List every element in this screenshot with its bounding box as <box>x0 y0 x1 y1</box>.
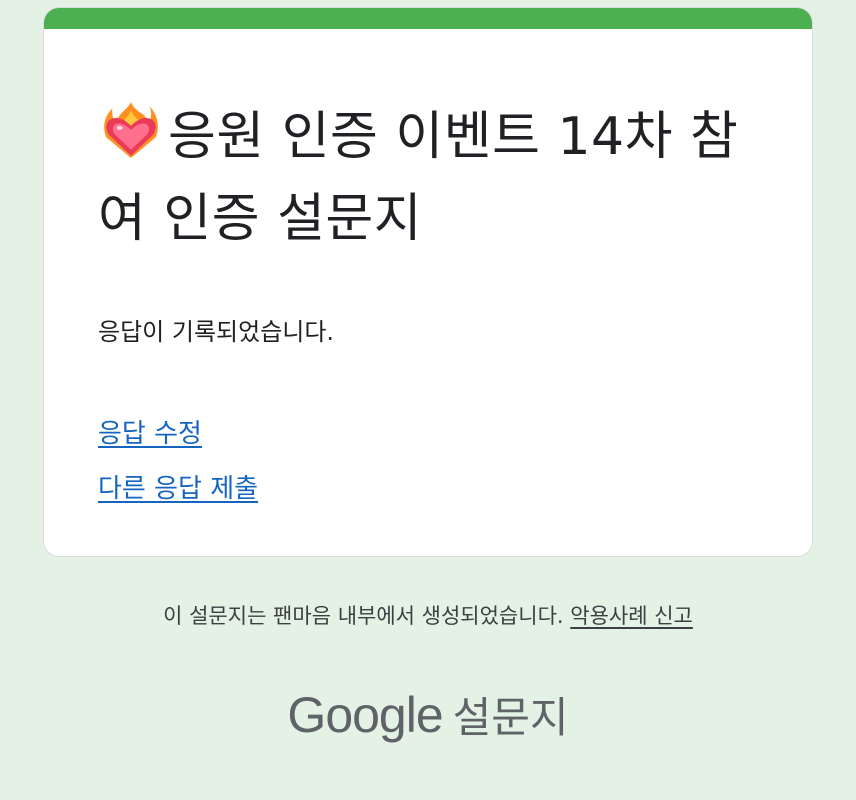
footer-note-text: 이 설문지는 팬마음 내부에서 생성되었습니다. <box>163 604 564 628</box>
forms-wordmark: 설문지 <box>452 693 569 742</box>
form-title-text: 응원 인증 이벤트 14차 참여 인증 설문지 <box>98 107 739 249</box>
submit-another-response-link[interactable]: 다른 응답 제출 <box>98 468 258 505</box>
confirmation-message: 응답이 기록되었습니다. <box>98 318 335 346</box>
response-card: 응원 인증 이벤트 14차 참여 인증 설문지 응답이 기록되었습니다. 응답 … <box>43 7 813 557</box>
heart-on-fire-icon <box>104 102 158 158</box>
google-wordmark: Google <box>287 687 443 743</box>
report-abuse-link[interactable]: 악용사례 신고 <box>570 604 693 628</box>
google-forms-logo[interactable]: Google 설문지 <box>0 684 856 745</box>
footer-note: 이 설문지는 팬마음 내부에서 생성되었습니다. 악용사례 신고 <box>0 600 856 630</box>
edit-response-link[interactable]: 응답 수정 <box>98 413 202 450</box>
card-accent-bar <box>44 8 812 29</box>
form-title: 응원 인증 이벤트 14차 참여 인증 설문지 <box>98 96 778 260</box>
